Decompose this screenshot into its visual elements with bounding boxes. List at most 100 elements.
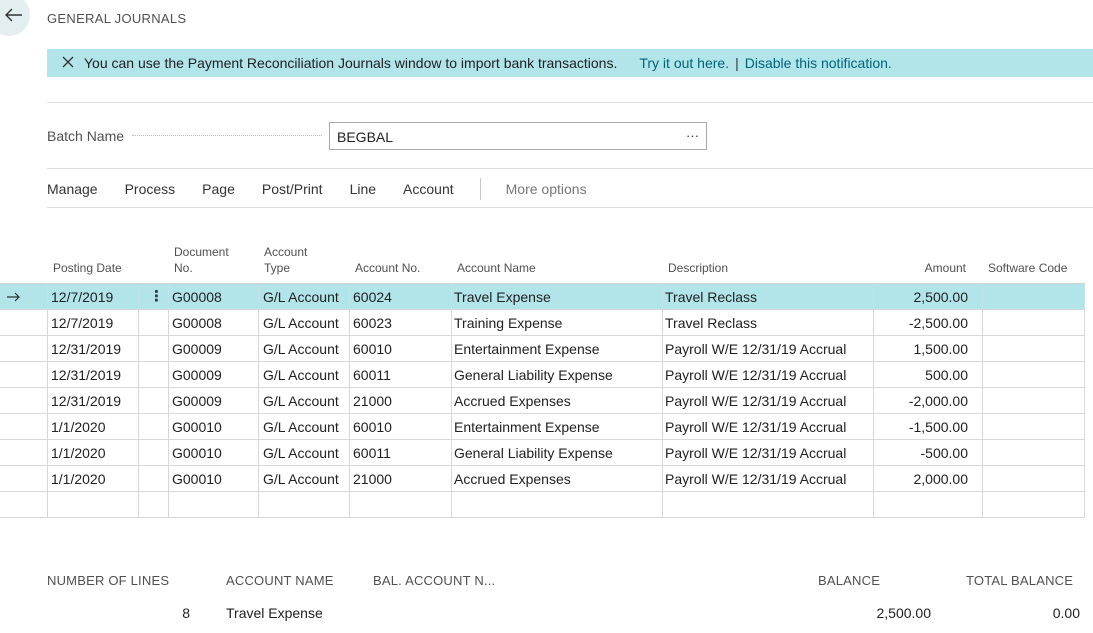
cell-description[interactable]: Payroll W/E 12/31/19 Accrual <box>665 466 871 492</box>
col-document-no[interactable]: Document No. <box>174 244 229 276</box>
cell-amount[interactable]: -500.00 <box>876 440 968 466</box>
cell-posting-date[interactable]: 12/31/2019 <box>51 362 136 388</box>
col-account-no[interactable]: Account No. <box>355 260 420 276</box>
cell-document-no[interactable]: G00009 <box>172 336 256 362</box>
vertical-ellipsis-icon[interactable]: ⋮ <box>149 284 164 310</box>
table-row[interactable]: 12/31/2019 G00009 G/L Account 60011 General … <box>0 362 1085 388</box>
table-row[interactable]: ⋮ 12/7/2019 G00008 G/L Account 60024 Travel E… <box>0 284 1085 310</box>
cell-account-no[interactable]: 60011 <box>353 362 449 388</box>
cell-posting-date[interactable]: 1/1/2020 <box>51 440 136 466</box>
table-row[interactable]: 1/1/2020 G00010 G/L Account 21000 Accrued Ex… <box>0 466 1085 492</box>
action-line[interactable]: Line <box>350 181 376 197</box>
cell-account-name[interactable]: General Liability Expense <box>454 362 660 388</box>
cell-account-type[interactable]: G/L Account <box>263 440 347 466</box>
cell-account-name[interactable]: Training Expense <box>454 310 660 336</box>
cell-account-no[interactable]: 60010 <box>353 336 449 362</box>
cell-account-name[interactable]: Accrued Expenses <box>454 466 660 492</box>
cell-description[interactable]: Payroll W/E 12/31/19 Accrual <box>665 388 871 414</box>
cell-description[interactable]: Payroll W/E 12/31/19 Accrual <box>665 336 871 362</box>
cell-amount[interactable]: 2,000.00 <box>876 466 969 492</box>
action-manage[interactable]: Manage <box>47 181 98 197</box>
cell-posting-date[interactable]: 1/1/2020 <box>51 466 136 492</box>
cell-account-type[interactable]: G/L Account <box>263 388 347 414</box>
try-it-out-link[interactable]: Try it out here. <box>639 55 729 71</box>
cell-description[interactable]: Payroll W/E 12/31/19 Accrual <box>665 440 871 466</box>
column-divider <box>451 310 452 335</box>
disable-notification-link[interactable]: Disable this notification. <box>745 55 892 71</box>
cell-software-code[interactable] <box>986 440 1082 466</box>
col-amount[interactable]: Amount <box>880 260 966 276</box>
arrow-left-icon <box>5 8 22 22</box>
cell-document-no[interactable]: G00008 <box>172 284 256 310</box>
col-posting-date[interactable]: Posting Date <box>53 260 122 276</box>
cell-account-no[interactable]: 21000 <box>353 388 449 414</box>
cell-software-code[interactable] <box>986 362 1082 388</box>
cell-account-no[interactable]: 60011 <box>353 440 449 466</box>
col-account-type[interactable]: Account Type <box>264 244 307 276</box>
more-options-button[interactable]: More options <box>506 181 587 197</box>
cell-document-no[interactable]: G00009 <box>172 362 256 388</box>
cell-amount[interactable]: 1,500.00 <box>876 336 969 362</box>
cell-account-no[interactable]: 60010 <box>353 414 449 440</box>
cell-software-code[interactable] <box>986 310 1082 336</box>
cell-description[interactable]: Travel Reclass <box>665 284 871 310</box>
table-row[interactable]: 1/1/2020 G00010 G/L Account 60010 Entertainm… <box>0 414 1085 440</box>
cell-account-name[interactable]: Accrued Expenses <box>454 388 660 414</box>
cell-software-code[interactable] <box>986 466 1082 492</box>
cell-document-no[interactable]: G00009 <box>172 388 256 414</box>
column-divider <box>982 362 983 387</box>
batch-name-field[interactable]: BEGBAL <box>329 122 707 150</box>
cell-account-no[interactable]: 60023 <box>353 310 449 336</box>
cell-account-type[interactable]: G/L Account <box>263 466 347 492</box>
action-account[interactable]: Account <box>403 181 454 197</box>
back-button[interactable] <box>0 0 30 36</box>
cell-description[interactable]: Travel Reclass <box>665 310 871 336</box>
batch-lookup-button[interactable]: ··· <box>686 128 699 143</box>
cell-amount[interactable]: -1,500.00 <box>876 414 968 440</box>
cell-description[interactable]: Payroll W/E 12/31/19 Accrual <box>665 362 871 388</box>
table-row[interactable]: 12/7/2019 G00008 G/L Account 60023 Training … <box>0 310 1085 336</box>
cell-account-type[interactable]: G/L Account <box>263 362 347 388</box>
cell-account-type[interactable]: G/L Account <box>263 336 347 362</box>
cell-posting-date[interactable]: 12/31/2019 <box>51 336 136 362</box>
col-software-code[interactable]: Software Code <box>988 260 1067 276</box>
cell-posting-date[interactable]: 12/31/2019 <box>51 388 136 414</box>
cell-software-code[interactable] <box>986 388 1082 414</box>
cell-document-no[interactable]: G00010 <box>172 466 256 492</box>
cell-document-no[interactable]: G00010 <box>172 440 256 466</box>
cell-account-type[interactable]: G/L Account <box>263 284 347 310</box>
column-divider <box>873 336 874 361</box>
cell-account-name[interactable]: Travel Expense <box>454 284 660 310</box>
cell-posting-date[interactable]: 12/7/2019 <box>51 284 136 310</box>
cell-document-no[interactable]: G00008 <box>172 310 256 336</box>
cell-account-no[interactable]: 21000 <box>353 466 449 492</box>
col-description[interactable]: Description <box>668 260 728 276</box>
cell-account-name[interactable]: Entertainment Expense <box>454 414 660 440</box>
cell-account-name[interactable]: Entertainment Expense <box>454 336 660 362</box>
cell-software-code[interactable] <box>986 414 1082 440</box>
close-icon[interactable] <box>62 56 76 70</box>
col-document-no-line1: Document <box>174 245 229 259</box>
action-page[interactable]: Page <box>202 181 235 197</box>
cell-posting-date[interactable]: 1/1/2020 <box>51 414 136 440</box>
cell-posting-date[interactable]: 12/7/2019 <box>51 310 136 336</box>
cell-amount[interactable]: -2,000.00 <box>876 388 968 414</box>
cell-document-no[interactable]: G00010 <box>172 414 256 440</box>
action-post-print[interactable]: Post/Print <box>262 181 323 197</box>
cell-amount[interactable]: 500.00 <box>876 362 968 388</box>
cell-account-name[interactable]: General Liability Expense <box>454 440 660 466</box>
cell-account-no[interactable]: 60024 <box>353 284 449 310</box>
cell-amount[interactable]: -2,500.00 <box>876 310 968 336</box>
cell-software-code[interactable] <box>986 284 1082 310</box>
cell-software-code[interactable] <box>986 336 1082 362</box>
table-row[interactable]: 1/1/2020 G00010 G/L Account 60011 General Li… <box>0 440 1085 466</box>
cell-description[interactable]: Payroll W/E 12/31/19 Accrual <box>665 414 871 440</box>
empty-table-row[interactable] <box>0 492 1085 518</box>
table-row[interactable]: 12/31/2019 G00009 G/L Account 21000 Accrued … <box>0 388 1085 414</box>
col-account-name[interactable]: Account Name <box>457 260 536 276</box>
cell-amount[interactable]: 2,500.00 <box>876 284 969 310</box>
table-row[interactable]: 12/31/2019 G00009 G/L Account 60010 Entertai… <box>0 336 1085 362</box>
cell-account-type[interactable]: G/L Account <box>263 414 347 440</box>
cell-account-type[interactable]: G/L Account <box>263 310 347 336</box>
action-process[interactable]: Process <box>125 181 176 197</box>
